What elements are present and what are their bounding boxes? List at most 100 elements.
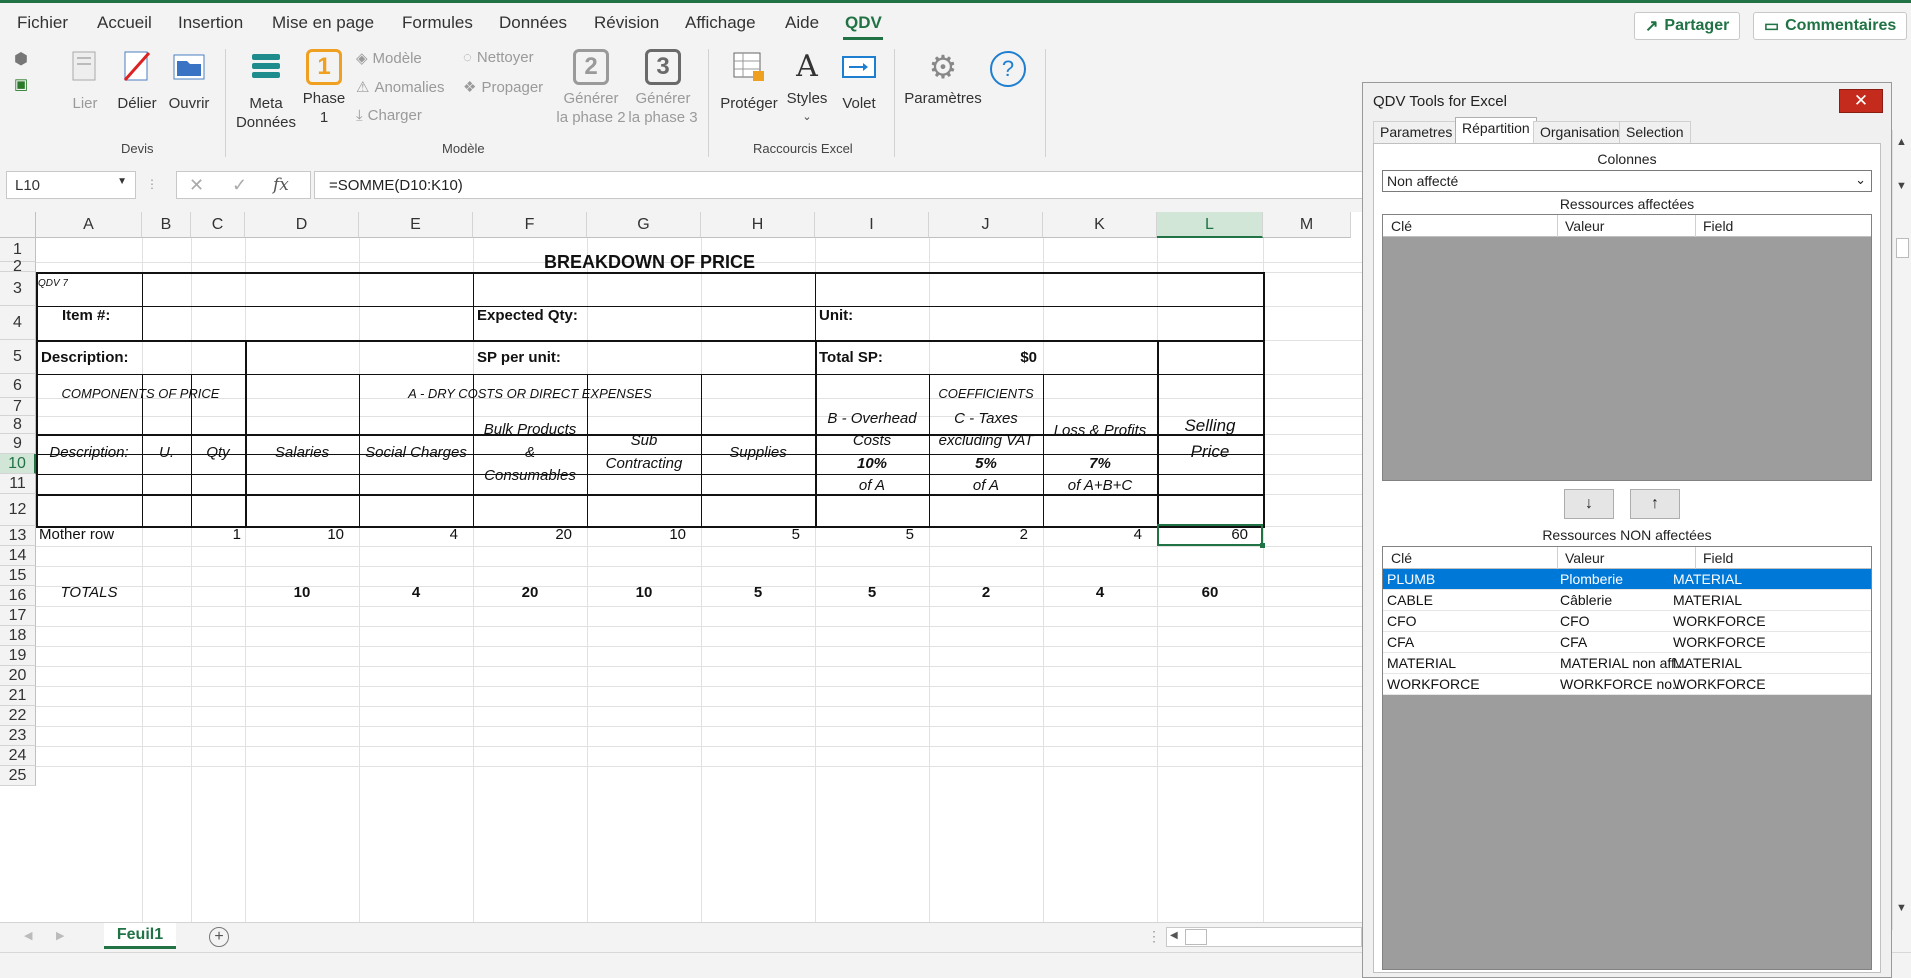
row-header-21[interactable]: 21 [0, 686, 36, 706]
generer-phase3-button[interactable]: 3 Générer la phase 3 [626, 49, 700, 127]
column-header-f[interactable]: F [473, 212, 587, 238]
row10-taxes[interactable]: 2 [929, 526, 1028, 543]
row-header-13[interactable]: 13 [0, 526, 36, 546]
column-header-g[interactable]: G [587, 212, 701, 238]
cube-icon[interactable]: ⬢ [14, 49, 28, 69]
anomalies-button[interactable]: ⚠ Anomalies [356, 78, 445, 97]
prev-sheet-icon[interactable]: ◀ [24, 929, 32, 942]
row-header-20[interactable]: 20 [0, 666, 36, 686]
list-item[interactable]: WORKFORCE WORKFORCE no... WORKFORCE [1383, 674, 1871, 695]
row-header-19[interactable]: 19 [0, 646, 36, 666]
row10-description[interactable]: Mother row [39, 526, 114, 543]
cancel-icon[interactable]: ✕ [189, 175, 204, 196]
row-header-24[interactable]: 24 [0, 746, 36, 766]
tab-insertion[interactable]: Insertion [178, 13, 243, 33]
colonnes-select[interactable]: Non affecté ⌄ [1382, 170, 1872, 192]
row-header-23[interactable]: 23 [0, 726, 36, 746]
list-item[interactable]: MATERIAL MATERIAL non aff... MATERIAL [1383, 653, 1871, 674]
tab-affichage[interactable]: Affichage [685, 13, 756, 33]
scroll-up-icon[interactable]: ▲ [1896, 136, 1907, 148]
name-box[interactable]: L10 ▼ [6, 171, 136, 199]
list-item[interactable]: CFA CFA WORKFORCE [1383, 632, 1871, 653]
lier-button[interactable]: Lier [64, 49, 106, 113]
row10-profits[interactable]: 4 [1043, 526, 1142, 543]
column-header-d[interactable]: D [245, 212, 359, 238]
row10-selling-price[interactable]: 60 [1157, 526, 1248, 543]
column-header-j[interactable]: J [929, 212, 1043, 238]
non-affected-resources-list[interactable]: Clé Valeur Field PLUMB Plomberie MATERIAL C… [1382, 546, 1872, 970]
column-header-b[interactable]: B [142, 212, 191, 238]
tab-mise-en-page[interactable]: Mise en page [272, 13, 374, 33]
propager-button[interactable]: ❖ Propager [463, 78, 543, 97]
row-header-22[interactable]: 22 [0, 706, 36, 726]
scroll-thumb[interactable] [1185, 929, 1207, 945]
tab-donnees[interactable]: Données [499, 13, 567, 33]
column-header-h[interactable]: H [701, 212, 815, 238]
tab-qdv[interactable]: QDV [845, 13, 882, 33]
tab-aide[interactable]: Aide [785, 13, 819, 33]
row10-overhead[interactable]: 5 [815, 526, 914, 543]
affected-resources-list[interactable]: Clé Valeur Field [1382, 214, 1872, 481]
row10-sub[interactable]: 10 [587, 526, 686, 543]
tab-selection[interactable]: Selection [1619, 121, 1691, 143]
column-header-l[interactable]: L [1157, 212, 1263, 238]
fill-handle[interactable] [1260, 543, 1265, 548]
tab-repartition[interactable]: Répartition [1455, 117, 1537, 144]
proteger-button[interactable]: Protéger [718, 49, 780, 113]
ouvrir-button[interactable]: Ouvrir [164, 49, 214, 113]
column-header-c[interactable]: C [191, 212, 245, 238]
column-header-k[interactable]: K [1043, 212, 1157, 238]
modele-button[interactable]: ◈ Modèle [356, 49, 422, 68]
tab-formules[interactable]: Formules [402, 13, 473, 33]
close-icon[interactable]: ✕ [1839, 89, 1883, 113]
row-header-11[interactable]: 11 [0, 474, 36, 494]
column-header-m[interactable]: M [1263, 212, 1351, 238]
row10-bulk[interactable]: 20 [473, 526, 572, 543]
phase1-button[interactable]: 1 Phase 1 [302, 49, 346, 127]
list-item[interactable]: CABLE Câblerie MATERIAL [1383, 590, 1871, 611]
nettoyer-button[interactable]: ◌ Nettoyer [463, 49, 534, 66]
row-header-4[interactable]: 4 [0, 306, 36, 340]
row-header-8[interactable]: 8 [0, 416, 36, 434]
charger-button[interactable]: ⤓ Charger [356, 107, 422, 124]
vertical-scrollbar[interactable]: ▲ ▼ ▼ [1892, 130, 1911, 930]
horizontal-scrollbar[interactable]: ◀ [1166, 927, 1362, 947]
row-header-2[interactable]: 2 [0, 259, 36, 275]
column-header-e[interactable]: E [359, 212, 473, 238]
row-header-15[interactable]: 15 [0, 566, 36, 586]
tab-accueil[interactable]: Accueil [97, 13, 152, 33]
chevron-down-icon[interactable]: ▼ [117, 176, 127, 187]
row-header-16[interactable]: 16 [0, 586, 36, 606]
row-header-10[interactable]: 10 [0, 454, 36, 474]
tab-fichier[interactable]: Fichier [17, 13, 68, 33]
tab-organisation[interactable]: Organisation [1533, 121, 1627, 143]
help-icon[interactable]: ? [990, 51, 1026, 87]
meta-donnees-button[interactable]: Meta Données [234, 49, 298, 132]
styles-button[interactable]: A Styles ⌄ [784, 49, 830, 127]
column-header-a[interactable]: A [36, 212, 142, 238]
row-header-14[interactable]: 14 [0, 546, 36, 566]
add-sheet-icon[interactable]: + [209, 927, 229, 947]
row-header-7[interactable]: 7 [0, 398, 36, 416]
delier-button[interactable]: Délier [114, 49, 160, 113]
scroll-down-icon[interactable]: ▼ [1896, 180, 1907, 192]
row10-social[interactable]: 4 [359, 526, 458, 543]
move-down-button[interactable]: ↓ [1564, 489, 1614, 519]
next-sheet-icon[interactable]: ▶ [56, 929, 64, 942]
spreadsheet-grid[interactable]: ABCDEFGHIJKLM 1 2 3 4 5 6 7 8 9 10 11 12 13 14 15 16 17 1… [0, 212, 1362, 922]
row-header-5[interactable]: 5 [0, 340, 36, 374]
sheet-tab-feuil1[interactable]: Feuil1 [104, 923, 176, 949]
volet-button[interactable]: Volet [836, 49, 882, 113]
row-header-6[interactable]: 6 [0, 374, 36, 398]
parametres-button[interactable]: ⚙ Paramètres [902, 49, 984, 108]
column-header-i[interactable]: I [815, 212, 929, 238]
list-item[interactable]: PLUMB Plomberie MATERIAL [1383, 569, 1871, 590]
row10-supplies[interactable]: 5 [701, 526, 800, 543]
row-header-25[interactable]: 25 [0, 766, 36, 786]
list-item[interactable]: CFO CFO WORKFORCE [1383, 611, 1871, 632]
row10-salaries[interactable]: 10 [245, 526, 344, 543]
row-header-18[interactable]: 18 [0, 626, 36, 646]
scroll-left-icon[interactable]: ◀ [1170, 930, 1178, 941]
move-up-button[interactable]: ↑ [1630, 489, 1680, 519]
generer-phase2-button[interactable]: 2 Générer la phase 2 [554, 49, 628, 127]
